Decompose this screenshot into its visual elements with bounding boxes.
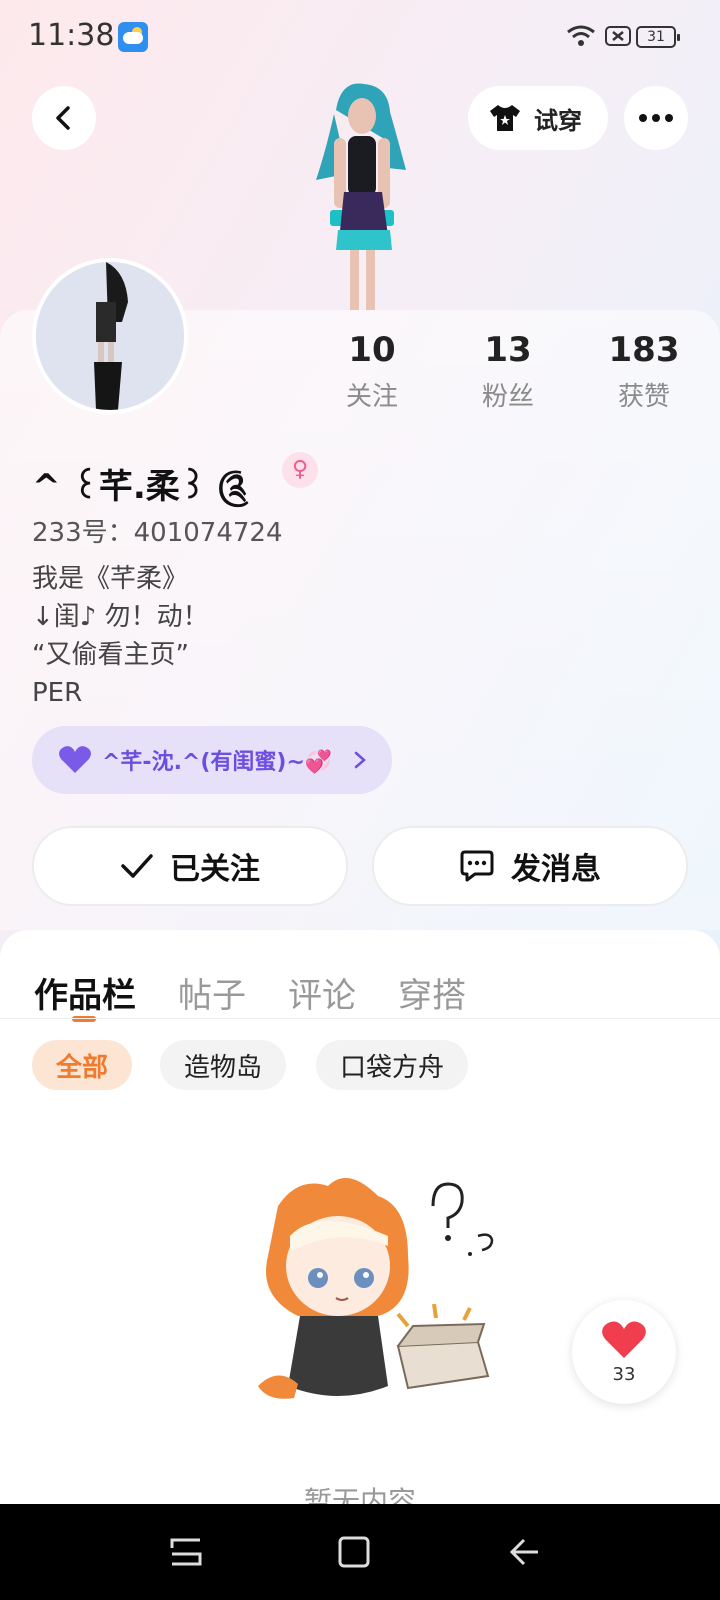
purple-heart-icon [59, 746, 91, 773]
following-label: 已关注 [170, 852, 260, 887]
gender-female-icon: ♀ [282, 452, 318, 488]
stat-value: 183 [608, 330, 680, 370]
filter-all[interactable]: 全部 [32, 1040, 133, 1090]
avatar-image [36, 262, 184, 410]
stat-label: 关注 [345, 382, 398, 412]
shirt-icon [490, 105, 520, 131]
tab-posts[interactable]: 帖子 [178, 968, 246, 1017]
chat-bubble-icon [460, 850, 494, 882]
bio-line: PER [32, 678, 83, 708]
stat-value: 13 [484, 330, 532, 370]
more-button[interactable] [624, 86, 688, 150]
try-on-button[interactable]: 试穿 [468, 86, 608, 150]
stat-label: 粉丝 [481, 382, 534, 412]
like-count: 33 [612, 1363, 636, 1385]
stat-likes[interactable]: 183 获赞 [584, 330, 704, 413]
empty-state-illustration [258, 1178, 494, 1399]
stat-value: 10 [348, 330, 396, 370]
system-nav-bar [0, 1504, 720, 1600]
stat-label: 获赞 [617, 382, 670, 412]
tab-indicator [72, 1016, 96, 1022]
chevron-right-icon [355, 751, 367, 769]
recents-icon[interactable] [168, 1534, 204, 1570]
bio-line: 我是《芊柔》 [32, 564, 189, 594]
home-icon[interactable] [336, 1534, 372, 1570]
heart-icon [602, 1320, 646, 1358]
check-icon [121, 854, 153, 878]
tab-divider [0, 1018, 720, 1019]
tab-comments[interactable]: 评论 [288, 968, 356, 1017]
more-dots-icon [639, 114, 673, 122]
relation-chip[interactable]: ^芊-沈.^(有闺蜜)~💞 [32, 726, 392, 794]
back-button[interactable] [32, 86, 96, 150]
relation-label: ^芊-沈.^(有闺蜜)~💞 [102, 750, 333, 775]
sim-x-icon [605, 26, 631, 46]
battery-icon: 31 [636, 26, 680, 48]
following-button[interactable]: 已关注 [32, 826, 348, 906]
status-time: 11:38 [28, 18, 115, 53]
message-button[interactable]: 发消息 [372, 826, 688, 906]
stat-followers[interactable]: 13 粉丝 [448, 330, 568, 413]
filter-pocket-ark[interactable]: 口袋方舟 [316, 1040, 469, 1090]
wifi-icon [567, 25, 595, 46]
weather-icon [118, 22, 148, 52]
avatar-3d-figure[interactable] [306, 80, 416, 310]
bio-line: ↓闺♪ 勿！动！ [32, 602, 209, 632]
tab-works[interactable]: 作品栏 [34, 968, 136, 1017]
filter-creation-island[interactable]: 造物岛 [160, 1040, 287, 1090]
status-bar: 11:38 31 [0, 0, 720, 76]
back-nav-icon[interactable] [506, 1534, 542, 1570]
stat-following[interactable]: 10 关注 [312, 330, 432, 413]
message-label: 发消息 [511, 852, 601, 887]
profile-screen: 11:38 31 试穿 10 关注 13 粉丝 183 获赞 ^ ꒰芊.柔꒱ ༊… [0, 0, 720, 1600]
like-button[interactable]: 33 [572, 1300, 676, 1404]
tab-outfits[interactable]: 穿搭 [398, 968, 466, 1017]
back-arrow-icon [56, 106, 70, 130]
try-on-label: 试穿 [534, 106, 582, 135]
user-id: 233号：401074724 [32, 518, 283, 548]
bio: 我是《芊柔》 ↓闺♪ 勿！动！ “又偷看主页” PER [32, 560, 209, 712]
bio-line: “又偷看主页” [32, 640, 189, 670]
avatar[interactable] [32, 258, 188, 414]
content-sheet: 作品栏 帖子 评论 穿搭 全部 造物岛 口袋方舟 暂无内容 [0, 930, 720, 1600]
